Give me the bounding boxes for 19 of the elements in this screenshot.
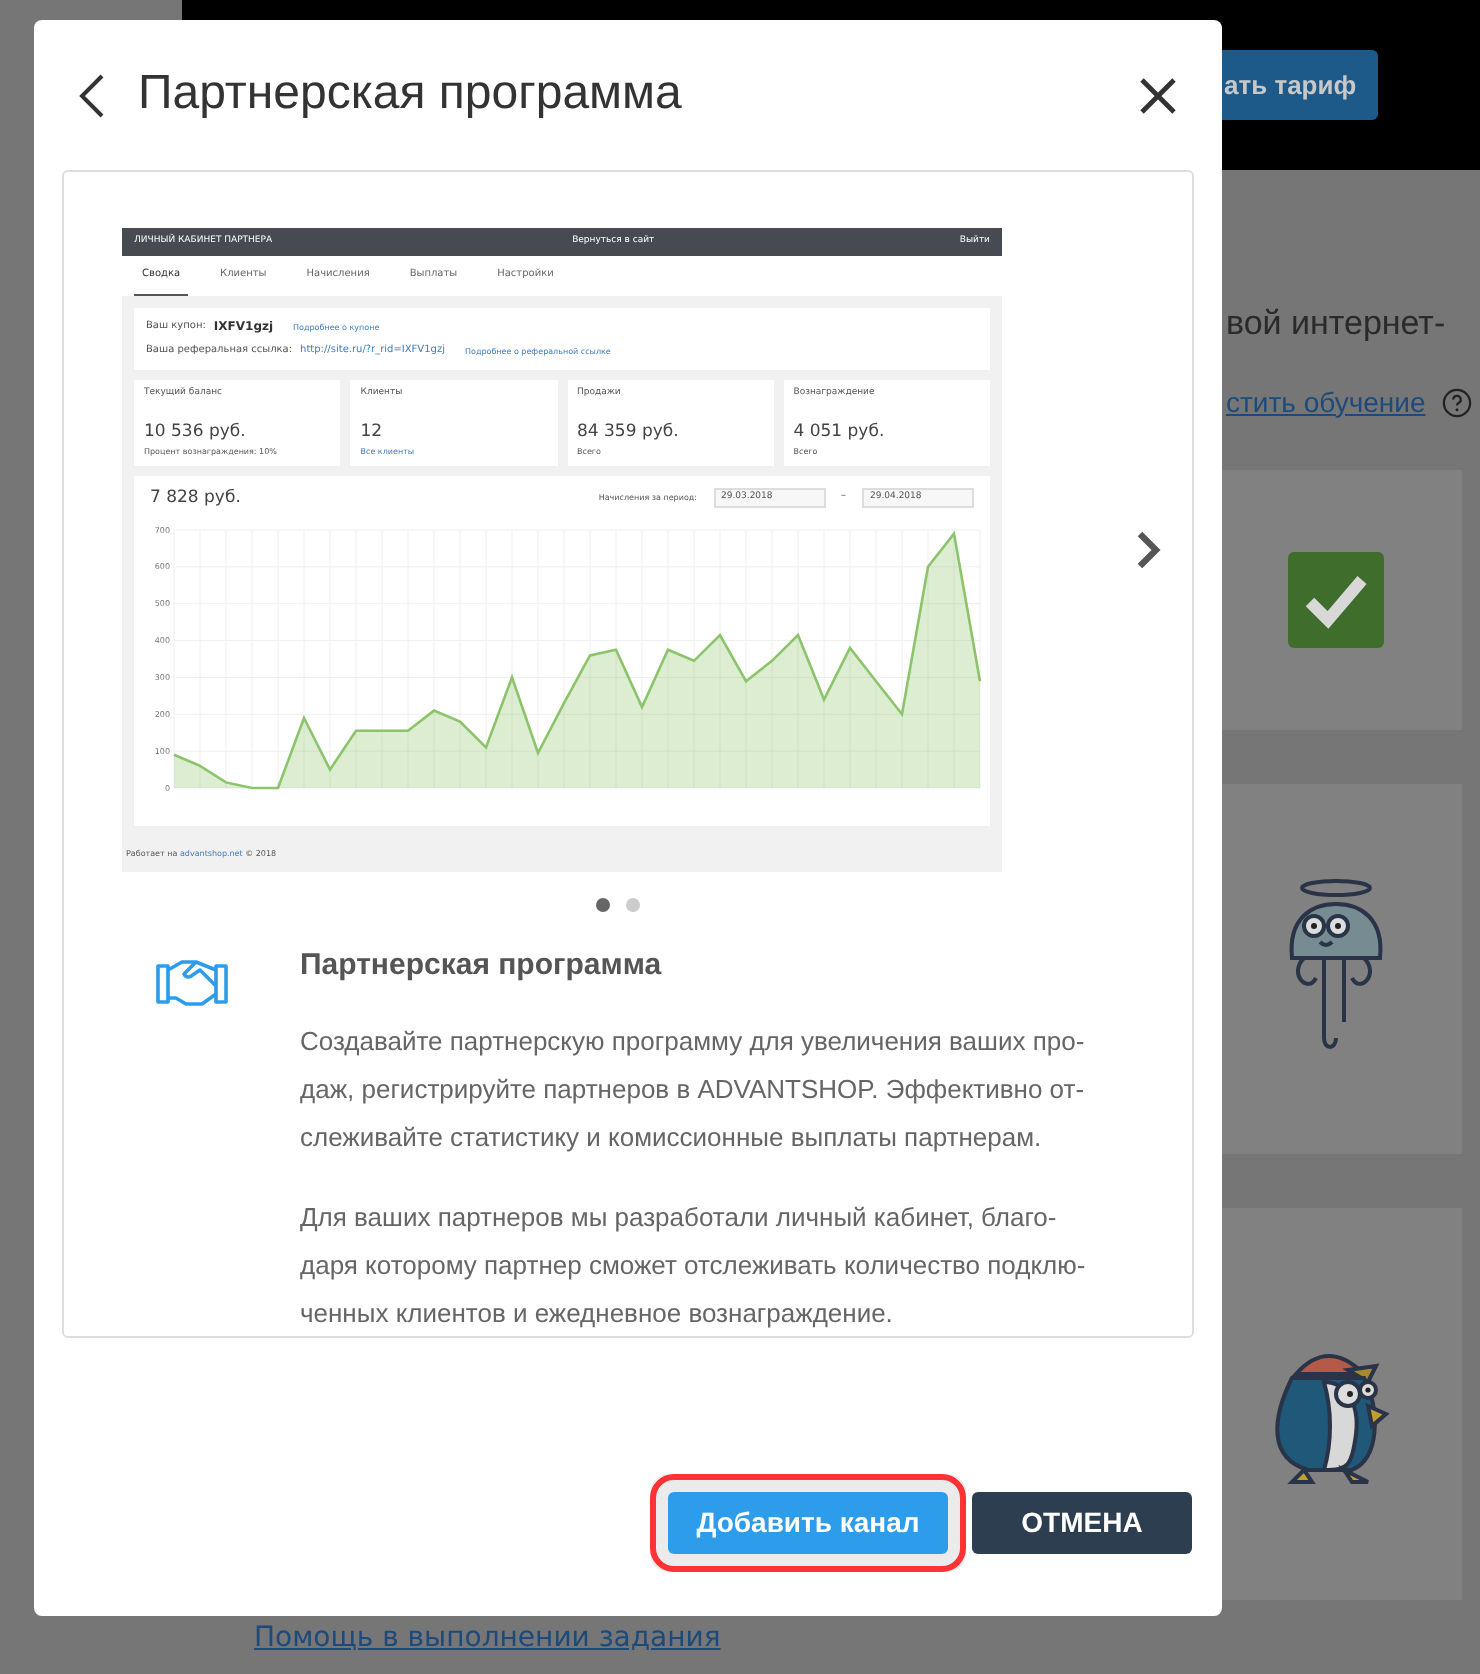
carousel-dot[interactable] bbox=[596, 898, 610, 912]
back-icon[interactable] bbox=[78, 71, 106, 119]
stat-value: 84 359 руб. bbox=[577, 420, 681, 446]
handshake-icon bbox=[156, 956, 228, 1008]
stat-value: 10 536 руб. bbox=[144, 420, 248, 446]
help-icon[interactable] bbox=[1441, 387, 1472, 417]
close-icon[interactable] bbox=[1138, 75, 1178, 115]
carousel-dot[interactable] bbox=[626, 898, 640, 912]
modal-title: Партнерская программа bbox=[138, 66, 684, 124]
feature-title: Партнерская программа bbox=[300, 946, 664, 986]
stat-value: 4 051 руб. bbox=[793, 420, 887, 446]
feature-description: Для ваших партнеров мы разработали личный кабинет, благо- даря которому партнер сможет отслеживать количество подклю- ченных клиентов и ежедневное вознаграждение. bbox=[300, 1199, 1086, 1332]
stat-value: 12 bbox=[360, 420, 385, 446]
chart-total: 7 828 руб. bbox=[150, 485, 241, 511]
intro-text: вой интернет- bbox=[1226, 302, 1446, 346]
feature-description: Создавайте партнерскую программу для увеличения ваших про- даж, регистрируйте партнеров в ADVANTSHOP. Эффективно от- слеживайте статистику и комиссионные выплаты партнерам. bbox=[300, 1023, 1086, 1156]
next-icon[interactable] bbox=[1134, 528, 1162, 572]
cancel-button[interactable]: ОТМЕНА bbox=[972, 1492, 1192, 1554]
checkmark-icon bbox=[1288, 552, 1384, 648]
